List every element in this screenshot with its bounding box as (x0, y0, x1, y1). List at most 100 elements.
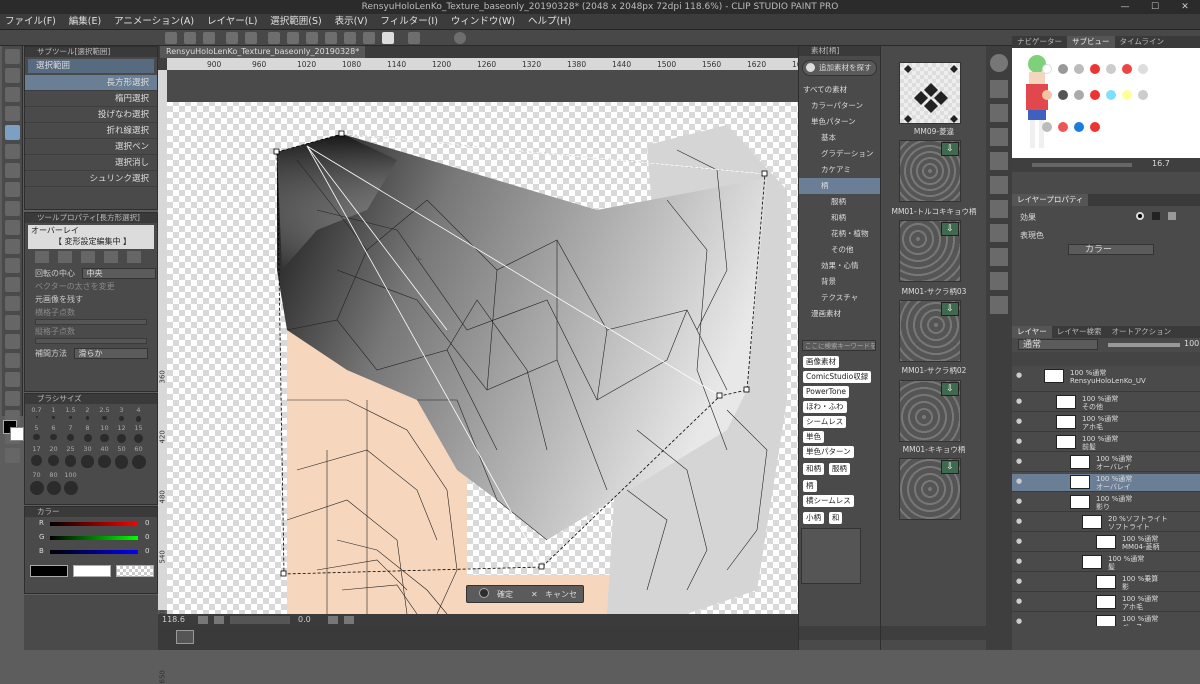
menu-window[interactable]: ウィンドウ(W) (446, 14, 520, 30)
layer-row[interactable]: ● 100 %通常 影り (1012, 494, 1200, 512)
tree-effect[interactable]: 効果・心情 (799, 258, 880, 274)
page-thumbnail-icon[interactable] (176, 630, 194, 644)
download-icon[interactable]: ⇩ (941, 142, 959, 156)
open-icon[interactable] (184, 32, 196, 44)
tree-japanese[interactable]: 和柄 (799, 210, 880, 226)
fill-tool-icon[interactable] (5, 315, 20, 330)
menu-filter[interactable]: フィルター(I) (375, 14, 443, 30)
subtool-selection-eraser[interactable]: 選択消し (25, 155, 157, 171)
save-icon[interactable] (203, 32, 215, 44)
visibility-eye-icon[interactable]: ● (1016, 418, 1024, 425)
figure-tool-icon[interactable] (5, 353, 20, 368)
tag-comicstudio[interactable]: ComicStudio収録 (803, 371, 872, 383)
tree-other[interactable]: その他 (799, 242, 880, 258)
eraser-tool-icon[interactable] (5, 277, 20, 292)
subtool-ellipse-select[interactable]: 楕円選択 (25, 91, 157, 107)
opacity-slider[interactable] (1108, 343, 1180, 347)
tree-manga[interactable]: 漫画素材 (799, 306, 880, 322)
tree-pattern[interactable]: 柄 (799, 178, 880, 194)
cancel-icon[interactable]: ✕ (531, 588, 538, 601)
tag-gara[interactable]: 柄 (803, 480, 817, 492)
dock-icon-6[interactable] (990, 200, 1008, 218)
tree-texture[interactable]: テクスチャ (799, 290, 880, 306)
visibility-eye-icon[interactable]: ● (1016, 438, 1024, 445)
menu-layer[interactable]: レイヤー(L) (202, 14, 262, 30)
tree-background[interactable]: 背景 (799, 274, 880, 290)
visibility-eye-icon[interactable]: ● (1016, 558, 1024, 565)
zoom-slider[interactable] (230, 616, 290, 624)
eyedropper-tool-icon[interactable] (5, 163, 20, 178)
sub-color-swatch[interactable] (10, 427, 24, 441)
brush-size-preset[interactable]: 7 (62, 424, 79, 443)
scale-mode-icon[interactable] (35, 251, 49, 263)
expression-color-select[interactable]: カラー (1068, 244, 1154, 255)
tag-powertone[interactable]: PowerTone (803, 386, 849, 398)
subview-zoom-value[interactable]: 16.7 (1152, 159, 1170, 168)
hand-tool-icon[interactable] (5, 68, 20, 83)
dock-icon-7[interactable] (990, 224, 1008, 242)
subtool-group[interactable]: 選択範囲 (28, 59, 154, 73)
canvas-area[interactable]: + (167, 70, 798, 614)
layer-row[interactable]: ● 100 %通常ベース (1012, 614, 1200, 626)
brush-size-preset[interactable]: 15 (130, 424, 147, 446)
redo-icon[interactable] (245, 32, 257, 44)
transform-icon[interactable] (287, 32, 299, 44)
tag-fukugara[interactable]: 服柄 (828, 463, 850, 475)
tag-h-seamless[interactable]: 横シームレス (803, 495, 854, 507)
menu-file[interactable]: ファイル(F) (0, 14, 61, 30)
subtool-shrink-select[interactable]: シュリンク選択 (25, 171, 157, 187)
menu-selection[interactable]: 選択範囲(S) (265, 14, 326, 30)
border-icon[interactable] (1168, 212, 1176, 220)
brush-size-preset[interactable]: 3 (113, 406, 130, 423)
menu-animation[interactable]: アニメーション(A) (109, 14, 199, 30)
effect-icon[interactable] (1136, 212, 1144, 220)
brush-size-preset[interactable]: 2 (79, 406, 96, 422)
clear-icon[interactable] (268, 32, 280, 44)
ruler-tool-icon[interactable] (5, 391, 20, 406)
blend-mode-select[interactable]: 通常 (1018, 339, 1098, 350)
brush-size-preset[interactable]: 1 (45, 406, 62, 421)
tree-clothing[interactable]: 服柄 (799, 194, 880, 210)
confirm-button[interactable]: 確定 (497, 588, 513, 601)
dock-icon-10[interactable] (990, 296, 1008, 314)
brush-size-preset[interactable]: 70 (28, 471, 45, 497)
brush-size-preset[interactable]: 80 (45, 471, 62, 497)
brush-size-preset[interactable]: 50 (113, 445, 130, 470)
layer-property-title[interactable]: レイヤープロパティ (1012, 194, 1089, 206)
tag-mono[interactable]: 単色 (803, 431, 824, 443)
tone-icon[interactable] (1152, 212, 1160, 220)
dock-icon-1[interactable] (990, 80, 1008, 98)
invert-selection-icon[interactable] (344, 32, 356, 44)
sub-color-chip[interactable] (73, 565, 111, 577)
interp-select[interactable]: 滑らか (73, 348, 148, 359)
gradient-tool-icon[interactable] (5, 334, 20, 349)
tree-all[interactable]: すべての素材 (799, 82, 880, 98)
auto-select-tool-icon[interactable] (5, 144, 20, 159)
brush-size-preset[interactable]: 0.7 (28, 406, 45, 420)
subtool-rect-select[interactable]: 長方形選択 (25, 75, 157, 91)
tab-layer[interactable]: レイヤー (1012, 326, 1052, 338)
undo-icon[interactable] (226, 32, 238, 44)
tag-seamless[interactable]: シームレス (803, 416, 847, 428)
dock-icon-8[interactable] (990, 248, 1008, 266)
menu-edit[interactable]: 編集(E) (64, 14, 106, 30)
dock-icon-5[interactable] (990, 176, 1008, 194)
download-icon[interactable]: ⇩ (941, 460, 959, 474)
layer-row[interactable]: ● 100 %乗算影 (1012, 574, 1200, 592)
find-more-materials-button[interactable]: 追加素材を探す (802, 60, 877, 76)
tab-layer-search[interactable]: レイヤー検索 (1052, 326, 1107, 338)
tab-navigator[interactable]: ナビゲーター (1012, 36, 1067, 48)
dock-icon-3[interactable] (990, 128, 1008, 146)
deselect-icon[interactable] (325, 32, 337, 44)
visibility-eye-icon[interactable]: ● (1016, 498, 1024, 505)
brush-size-preset[interactable]: 17 (28, 445, 45, 467)
visibility-eye-icon[interactable]: ● (1016, 372, 1024, 379)
brush-size-preset[interactable]: 40 (96, 445, 113, 470)
selection-tool-icon[interactable] (5, 125, 20, 140)
rotation-center-select[interactable]: 中央 (81, 268, 156, 279)
subview-area[interactable] (1012, 48, 1200, 158)
grid-icon[interactable] (382, 32, 394, 44)
g-value[interactable]: 0 (145, 533, 149, 541)
snap-icon[interactable] (363, 32, 375, 44)
layer-row[interactable]: ● 100 %通常 アホ毛 (1012, 594, 1200, 612)
